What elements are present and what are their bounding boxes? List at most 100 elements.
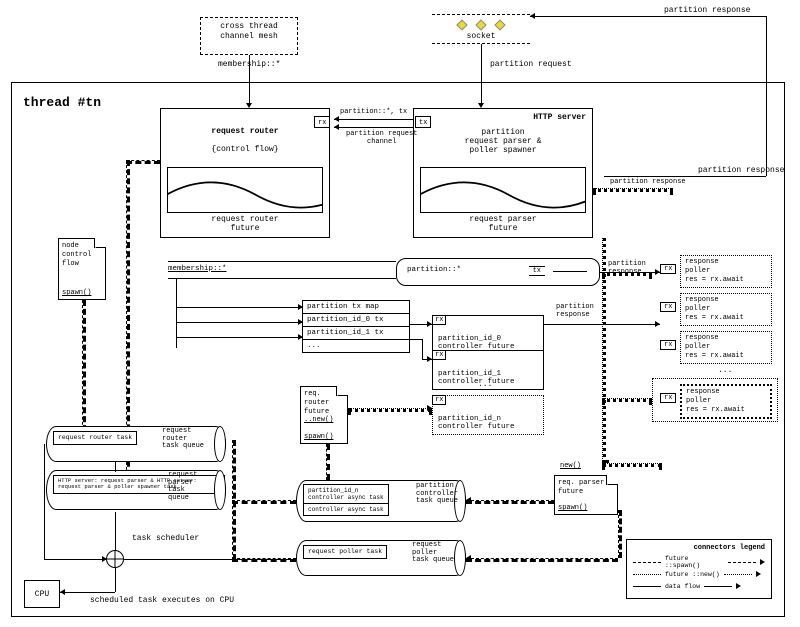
parser-q-label: request parser task queue (168, 472, 197, 503)
arrow-icon (334, 116, 339, 122)
line (115, 568, 116, 592)
socket-label: socket (432, 32, 530, 41)
req-note-l3: future (304, 408, 333, 417)
controller-1-label: partition_id_1 controller future (438, 370, 515, 386)
line (176, 337, 302, 338)
legend-spawn-row: future ::spawn() (633, 556, 765, 568)
arrow-icon (427, 356, 432, 362)
rx-box: rx (660, 264, 676, 274)
line (60, 592, 115, 593)
req-note-l4: ..new() (304, 416, 333, 425)
req-note-l2: router (304, 399, 333, 408)
thread-title: thread #tn (23, 95, 101, 110)
new-line (348, 408, 432, 412)
line (600, 272, 660, 273)
cross-thread-mesh-box: cross thread channel mesh (200, 17, 298, 55)
new-line (602, 398, 652, 402)
scheduler-exec-label: scheduled task executes on CPU (90, 596, 234, 605)
line (124, 559, 296, 560)
membership-row-label: membership::* (168, 265, 227, 273)
node-note-spawn: spawn() (62, 289, 91, 297)
rx-box: rx (660, 340, 676, 350)
task-scheduler-label: task scheduler (132, 534, 199, 543)
arrow-icon (655, 321, 660, 327)
line (115, 462, 116, 472)
arrow-icon (298, 319, 303, 325)
arrow-icon (466, 497, 471, 503)
partition-q-inner-bot: controller async task (303, 503, 389, 516)
poller-res: res = rx.await (685, 352, 767, 361)
controller-dots: ... (478, 380, 492, 389)
poller-title: response poller (685, 334, 767, 352)
channel-label: partition request channel (346, 130, 417, 146)
spawn-line (126, 160, 160, 164)
controller-0-label: partition_id_0 controller future (438, 335, 515, 351)
request-router-box: request router {control flow} request ro… (160, 108, 330, 238)
rx-chip: rx (432, 315, 446, 325)
partition-q-label: partition controller task queue (416, 483, 458, 506)
parser-note-new: new() (560, 462, 581, 470)
arrow-icon (102, 556, 107, 562)
node-note-l1: node (62, 242, 91, 251)
arrow-icon (530, 13, 535, 19)
spawn-line (466, 500, 554, 504)
legend-data-row: data flow (633, 580, 765, 592)
parser-note-spawn: spawn() (558, 504, 587, 512)
legend-title: connectors legend (633, 544, 765, 552)
partition-response-dotted-label: partition response (610, 178, 686, 186)
response-poller: response poller res = rx.await (680, 255, 772, 288)
line (176, 322, 302, 323)
router-future-label: request router future (161, 215, 329, 233)
legend-new-row: future ::new() (633, 568, 765, 580)
request-router-cflow: {control flow} (211, 145, 278, 154)
req-note-spawn: spawn() (304, 433, 333, 441)
socket-diamond-icon (494, 19, 505, 30)
txmap-row: partition_id_1 tx (303, 326, 409, 339)
partition-response-label: partition response (664, 6, 750, 15)
request-router-title: request router (211, 127, 278, 136)
spawn-line (618, 510, 622, 558)
rx-chip: rx (432, 395, 446, 405)
line (44, 444, 45, 559)
legend-spawn-label: future ::spawn() (665, 555, 724, 569)
controller-n-label: partition_id_n controller future (438, 415, 515, 431)
response-poller: response poller res = rx.await (680, 293, 772, 326)
legend-data-label: data flow (665, 583, 700, 590)
partition-q-inner-top: partition_id_n controller async task (303, 484, 389, 504)
socket-diamond-icon (475, 19, 486, 30)
rx-chip: rx (432, 350, 446, 360)
txmap-title: partition tx map (303, 301, 409, 313)
line (334, 127, 414, 128)
arrow-icon (298, 304, 303, 310)
poller-dots: ... (718, 366, 732, 375)
router-q-label: request router task queue (162, 428, 204, 451)
partition-response-dotted-line (593, 188, 673, 192)
arrow-icon (334, 124, 339, 130)
connectors-legend: connectors legend future ::spawn() futur… (626, 539, 772, 599)
response-poller: response poller res = rx.await (680, 331, 772, 364)
partition-tx-map: partition tx map partition_id_0 tx parti… (302, 300, 410, 353)
poller-last-group (652, 378, 778, 422)
arrow-icon (298, 334, 303, 340)
torn-doc-icon (167, 167, 323, 213)
http-server-box: HTTP server partition request parser & p… (413, 108, 593, 238)
ctrl-resp-label: partition response (556, 303, 594, 319)
spawn-line (326, 444, 330, 480)
partition-star-pill: partition::* tx (396, 258, 600, 286)
spawn-line (232, 500, 296, 504)
req-router-note: req. router future ..new() spawn() (300, 386, 348, 444)
poller-title: response poller (685, 258, 767, 276)
router-task-inner: request router task (53, 431, 137, 445)
tx-chip: tx (529, 266, 545, 276)
line (334, 119, 414, 120)
controller-n: rx partition_id_n controller future (432, 395, 544, 435)
parser-task-queue: HTTP server: request parser & HTTP serve… (46, 470, 226, 510)
txmap-row: ... (303, 339, 409, 352)
partition-star-label: partition::* (407, 266, 461, 274)
parser-note: req. parser future spawn() (554, 475, 618, 515)
line (544, 324, 660, 325)
rx-box: rx (660, 302, 676, 312)
legend-new-label: future ::new() (665, 571, 720, 578)
socket-box: socket (432, 14, 530, 44)
line (410, 339, 422, 340)
